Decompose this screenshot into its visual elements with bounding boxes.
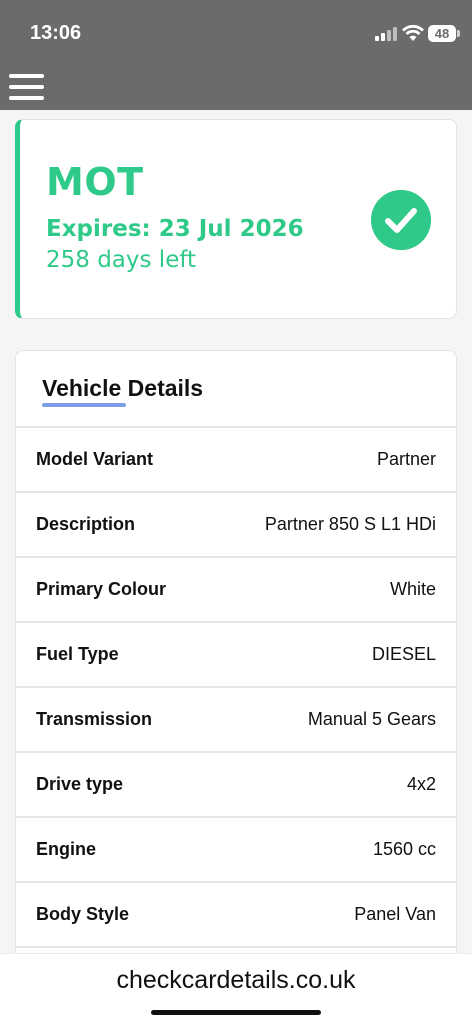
detail-row-drive-type: Drive type 4x2 bbox=[16, 751, 456, 816]
cellular-signal-icon bbox=[375, 27, 397, 41]
mot-days-left: 258 days left bbox=[46, 247, 197, 273]
detail-row-body-style: Body Style Panel Van bbox=[16, 881, 456, 946]
detail-label: Description bbox=[36, 514, 136, 534]
detail-value: White bbox=[389, 579, 436, 599]
status-time: 13:06 bbox=[30, 22, 82, 44]
detail-value: Panel Van bbox=[354, 904, 436, 924]
battery-indicator: 48 bbox=[428, 25, 456, 42]
home-indicator[interactable] bbox=[151, 1010, 321, 1015]
app-header: 13:06 48 bbox=[0, 0, 472, 110]
hamburger-menu-icon[interactable] bbox=[9, 74, 44, 101]
detail-label: Drive type bbox=[36, 774, 124, 794]
checkmark-circle-icon bbox=[371, 190, 431, 250]
mot-title: MOT bbox=[46, 160, 144, 204]
detail-value: Manual 5 Gears bbox=[307, 709, 436, 729]
detail-label: Model Variant bbox=[36, 449, 154, 469]
wifi-icon bbox=[402, 24, 424, 41]
detail-row-primary-colour: Primary Colour White bbox=[16, 556, 456, 621]
detail-row-fuel-type: Fuel Type DIESEL bbox=[16, 621, 456, 686]
battery-tip bbox=[457, 30, 460, 37]
detail-label: Body Style bbox=[36, 904, 130, 924]
heading-underline bbox=[42, 403, 126, 407]
browser-address-bar[interactable]: checkcardetails.co.uk bbox=[0, 953, 472, 1024]
details-table: Model Variant Partner Description Partne… bbox=[16, 426, 456, 989]
detail-row-transmission: Transmission Manual 5 Gears bbox=[16, 686, 456, 751]
detail-row-model-variant: Model Variant Partner bbox=[16, 426, 456, 491]
address-bar-domain[interactable]: checkcardetails.co.uk bbox=[0, 966, 472, 995]
detail-label: Engine bbox=[36, 839, 97, 859]
detail-value: Partner 850 S L1 HDi bbox=[264, 514, 436, 534]
mot-expiry-date: Expires: 23 Jul 2026 bbox=[46, 216, 304, 242]
detail-value: Partner bbox=[376, 449, 436, 469]
detail-value: DIESEL bbox=[371, 644, 436, 664]
detail-row-description: Description Partner 850 S L1 HDi bbox=[16, 491, 456, 556]
detail-value: 4x2 bbox=[406, 774, 436, 794]
detail-value: 1560 cc bbox=[372, 839, 436, 859]
detail-label: Transmission bbox=[36, 709, 153, 729]
vehicle-details-card: Vehicle Details Model Variant Partner De… bbox=[15, 350, 457, 990]
detail-label: Fuel Type bbox=[36, 644, 119, 664]
vehicle-details-heading: Vehicle Details bbox=[42, 375, 204, 401]
detail-row-engine: Engine 1560 cc bbox=[16, 816, 456, 881]
detail-label: Primary Colour bbox=[36, 579, 167, 599]
mot-status-card: MOT Expires: 23 Jul 2026 258 days left bbox=[15, 119, 457, 319]
